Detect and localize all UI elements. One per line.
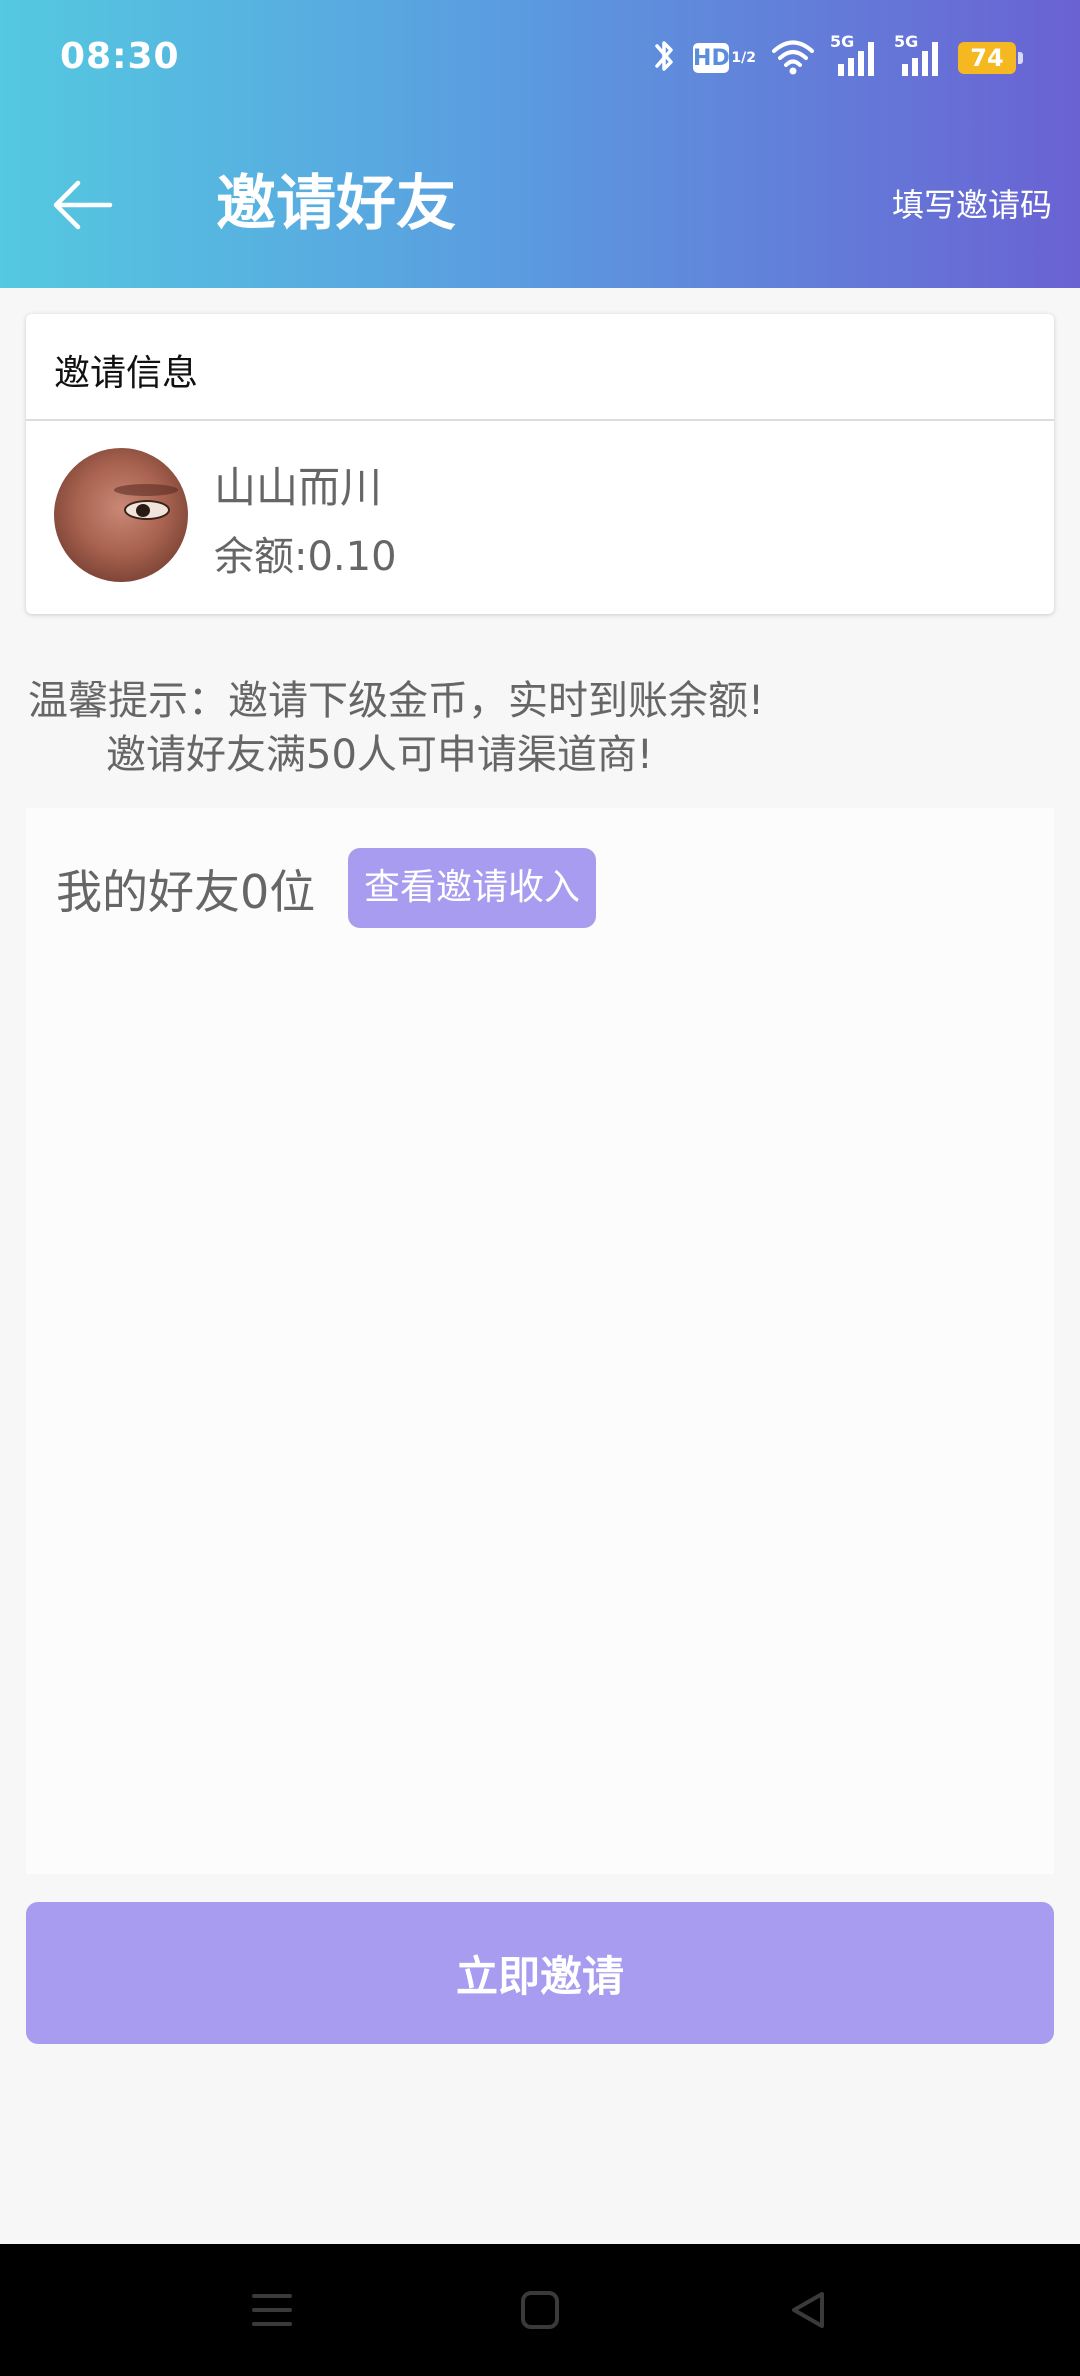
enter-invite-code-button[interactable]: 填写邀请码	[892, 180, 1052, 230]
bluetooth-icon	[649, 36, 679, 80]
back-button[interactable]	[40, 170, 124, 240]
wifi-icon	[770, 36, 816, 80]
system-nav-bar	[0, 2244, 1080, 2376]
app-header: 08:30 HD 1/2 5G 5G 74 邀请好友 填写邀请码	[0, 0, 1080, 288]
tip-text-line1: 温馨提示：邀请下级金币，实时到账余额!	[28, 678, 765, 724]
signal-icon: 5G	[830, 32, 880, 78]
invite-info-title: 邀请信息	[54, 353, 199, 394]
page-title: 邀请好友	[216, 169, 456, 239]
user-balance: 余额:0.10	[214, 534, 397, 580]
avatar	[54, 448, 188, 582]
view-invite-income-button[interactable]: 查看邀请收入	[348, 848, 597, 928]
avatar-eye	[124, 500, 170, 520]
divider	[26, 419, 1054, 421]
status-time: 08:30	[60, 36, 180, 77]
invite-info-card: 邀请信息 山山而川 余额:0.10	[26, 314, 1054, 614]
nav-bar: 邀请好友 填写邀请码	[0, 150, 1080, 260]
invite-now-button[interactable]: 立即邀请	[26, 1902, 1054, 2044]
status-bar: 08:30 HD 1/2 5G 5G 74	[0, 0, 1080, 120]
friends-count: 我的好友0位	[56, 865, 316, 919]
status-icons: HD 1/2 5G 5G 74	[635, 32, 1023, 82]
arrow-left-icon	[53, 180, 113, 230]
avatar-brow	[114, 484, 178, 496]
hd-icon: HD 1/2	[693, 43, 756, 73]
user-name: 山山而川	[214, 463, 383, 512]
tip-text-line2: 邀请好友满50人可申请渠道商!	[106, 732, 653, 778]
signal-icon-2: 5G	[894, 32, 944, 78]
back-triangle-icon[interactable]	[774, 2276, 842, 2344]
battery-icon: 74	[958, 42, 1023, 74]
menu-icon[interactable]	[238, 2276, 306, 2344]
home-icon[interactable]	[506, 2276, 574, 2344]
friends-panel: 我的好友0位 查看邀请收入	[26, 808, 1054, 1874]
